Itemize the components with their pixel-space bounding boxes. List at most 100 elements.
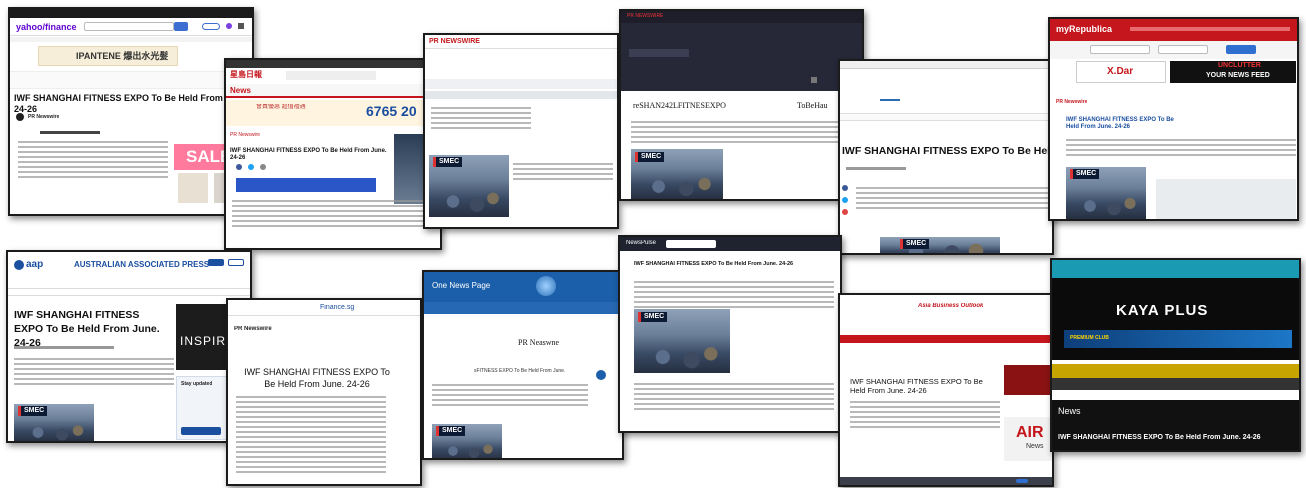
byline: PR Neaswne: [518, 338, 560, 347]
site-logo[interactable]: yahoo/finance: [16, 22, 77, 33]
subscribe-button[interactable]: [208, 259, 224, 266]
nav-bar[interactable]: [425, 79, 617, 89]
sidebar-text: [513, 163, 613, 183]
site-header: KAYA PLUS PREMIUM CLUB: [1052, 278, 1299, 360]
signup-button[interactable]: [181, 427, 221, 435]
side-ad-top: [1004, 365, 1052, 395]
smec-logo: SMEC: [635, 152, 665, 163]
search-button[interactable]: [174, 22, 188, 31]
site-header: One News Page: [424, 272, 622, 302]
expo-photo: [880, 237, 1000, 253]
promo-text: PREMIUM CLUB: [1070, 335, 1109, 341]
side-ad: AIR News: [1004, 417, 1052, 461]
site-logo[interactable]: Asia Business Outlook: [918, 303, 983, 310]
category-select[interactable]: [1158, 45, 1208, 54]
smec-logo: SMEC: [18, 406, 48, 417]
nav-bar[interactable]: [8, 288, 250, 296]
ad-right-title: UNCLUTTER: [1218, 62, 1261, 69]
smec-logo: SMEC: [638, 312, 668, 323]
menu-icon[interactable]: [811, 77, 817, 83]
ad-text: IPANTENE 爆出水光髮: [76, 51, 169, 61]
ticker-strip: [10, 71, 252, 89]
article-headline: IWF SHANGHAI FITNESS EXPO To Be Held Fro…: [1058, 434, 1261, 441]
smec-logo: SMEC: [433, 157, 463, 168]
sign-in-button[interactable]: [202, 23, 220, 30]
site-header: aap AUSTRALIAN ASSOCIATED PRESS: [8, 252, 250, 280]
share-icon[interactable]: [842, 209, 848, 215]
screenshot-dark-pr: PR NEWSWIRE reSHAN242LFITNESEXPO ToBeHau…: [619, 9, 864, 201]
top-ad-bar: [1052, 260, 1299, 278]
twitter-icon[interactable]: [248, 164, 254, 170]
ad-phone: 6765 20: [366, 103, 417, 119]
ad-right-subtitle: YOUR NEWS FEED: [1206, 72, 1270, 79]
info-icon[interactable]: [596, 370, 606, 380]
nav-news[interactable]: News: [230, 86, 251, 96]
site-logo-icon[interactable]: [880, 87, 900, 101]
article-body: [14, 358, 174, 388]
nav-bar[interactable]: [840, 335, 1052, 343]
article-headline: IWF SHANGHAI FITNESS EXPO To Be Held Fro…: [14, 309, 160, 350]
ad-banner: X.Dar UNCLUTTER YOUR NEWS FEED: [1050, 61, 1297, 85]
article-body: [431, 107, 531, 132]
article-headline: IWF SHANGHAI FITNESS EXPO To Be Held Fro…: [14, 93, 249, 114]
screenshot-prnewswire: PR NEWSWIRE SMEC: [423, 33, 619, 229]
site-title: AUSTRALIAN ASSOCIATED PRESS: [74, 260, 210, 269]
article-body: [631, 121, 851, 146]
site-header: yahoo/finance: [10, 18, 252, 36]
side-ad-subtitle: News: [1026, 443, 1044, 450]
article-body: [236, 396, 386, 476]
screenshot-yahoo-finance: yahoo/finance IPANTENE 爆出水光髮 IWF SHANGHA…: [8, 7, 254, 216]
inline-ad: [236, 178, 376, 192]
sub-nav[interactable]: [1052, 378, 1299, 390]
facebook-icon[interactable]: [842, 185, 848, 191]
site-logo[interactable]: PR NEWSWIRE: [429, 38, 480, 46]
article-body: [634, 281, 834, 311]
promo-banner: PREMIUM CLUB: [1064, 330, 1292, 348]
site-header: myRepublica: [1050, 19, 1297, 41]
aap-logo-icon[interactable]: [14, 260, 24, 270]
search-input[interactable]: [666, 240, 716, 248]
site-logo[interactable]: aap: [26, 259, 43, 271]
site-logo[interactable]: KAYA PLUS: [1116, 302, 1208, 320]
nav-bar[interactable]: [1052, 364, 1299, 378]
site-logo[interactable]: One News Page: [432, 281, 490, 291]
login-button[interactable]: [228, 259, 244, 266]
cookie-accept-button[interactable]: [1016, 479, 1028, 483]
site-logo[interactable]: myRepublica: [1056, 24, 1112, 35]
side-ad-title: AIR: [1016, 424, 1044, 441]
site-logo[interactable]: 星島日報: [230, 70, 262, 80]
search-button[interactable]: [1226, 45, 1256, 54]
mail-icon[interactable]: [238, 23, 244, 29]
screenshot-singtao: 星島日報 News 會員優惠 超值禮遇 6765 20 PR Newswire …: [224, 58, 442, 250]
source-tag: PR Newswire: [230, 132, 261, 138]
article-headline: IWF SHANGHAI FITNESS EXPO To Be Held Fro…: [850, 377, 983, 396]
article-body: [432, 384, 588, 409]
globe-icon: [536, 276, 556, 296]
nav-bar[interactable]: [10, 37, 252, 42]
site-logo[interactable]: NewsPulse: [626, 240, 656, 247]
section-title: News: [1058, 406, 1081, 416]
share-icon[interactable]: [260, 164, 266, 170]
site-logo[interactable]: Finance.sg: [320, 304, 354, 312]
user-icon[interactable]: [226, 23, 232, 29]
article-area: News IWF SHANGHAI FITNESS EXPO To Be Hel…: [1052, 400, 1299, 450]
search-input[interactable]: [1090, 45, 1150, 54]
nav-bar[interactable]: News: [226, 84, 440, 98]
article-headline: IWF SHANGHAI FITNESS EXPO To Be Held Fro…: [1066, 117, 1174, 131]
cookie-bar: [840, 477, 1052, 485]
nav-bar[interactable]: [424, 302, 622, 314]
ad-banner: IPANTENE 爆出水光髮: [10, 46, 252, 68]
search-input[interactable]: [84, 22, 174, 31]
facebook-icon[interactable]: [236, 164, 242, 170]
site-header: PR NEWSWIRE: [425, 35, 617, 49]
hero-header: [621, 23, 862, 91]
screenshot-myrepublica: myRepublica X.Dar UNCLUTTER YOUR NEWS FE…: [1048, 17, 1299, 221]
browser-bar: [840, 61, 1052, 69]
subscribe-title: Stay updated: [181, 381, 213, 387]
site-header: Asia Business Outlook: [840, 295, 1052, 331]
twitter-icon[interactable]: [842, 197, 848, 203]
filter-bar[interactable]: [425, 91, 617, 99]
nav-bar[interactable]: [840, 113, 1052, 121]
article-headline: IWF SHANGHAI FITNESS EXPO To Be Held Fro…: [244, 367, 390, 390]
site-logo[interactable]: PR NEWSWIRE: [627, 13, 663, 19]
